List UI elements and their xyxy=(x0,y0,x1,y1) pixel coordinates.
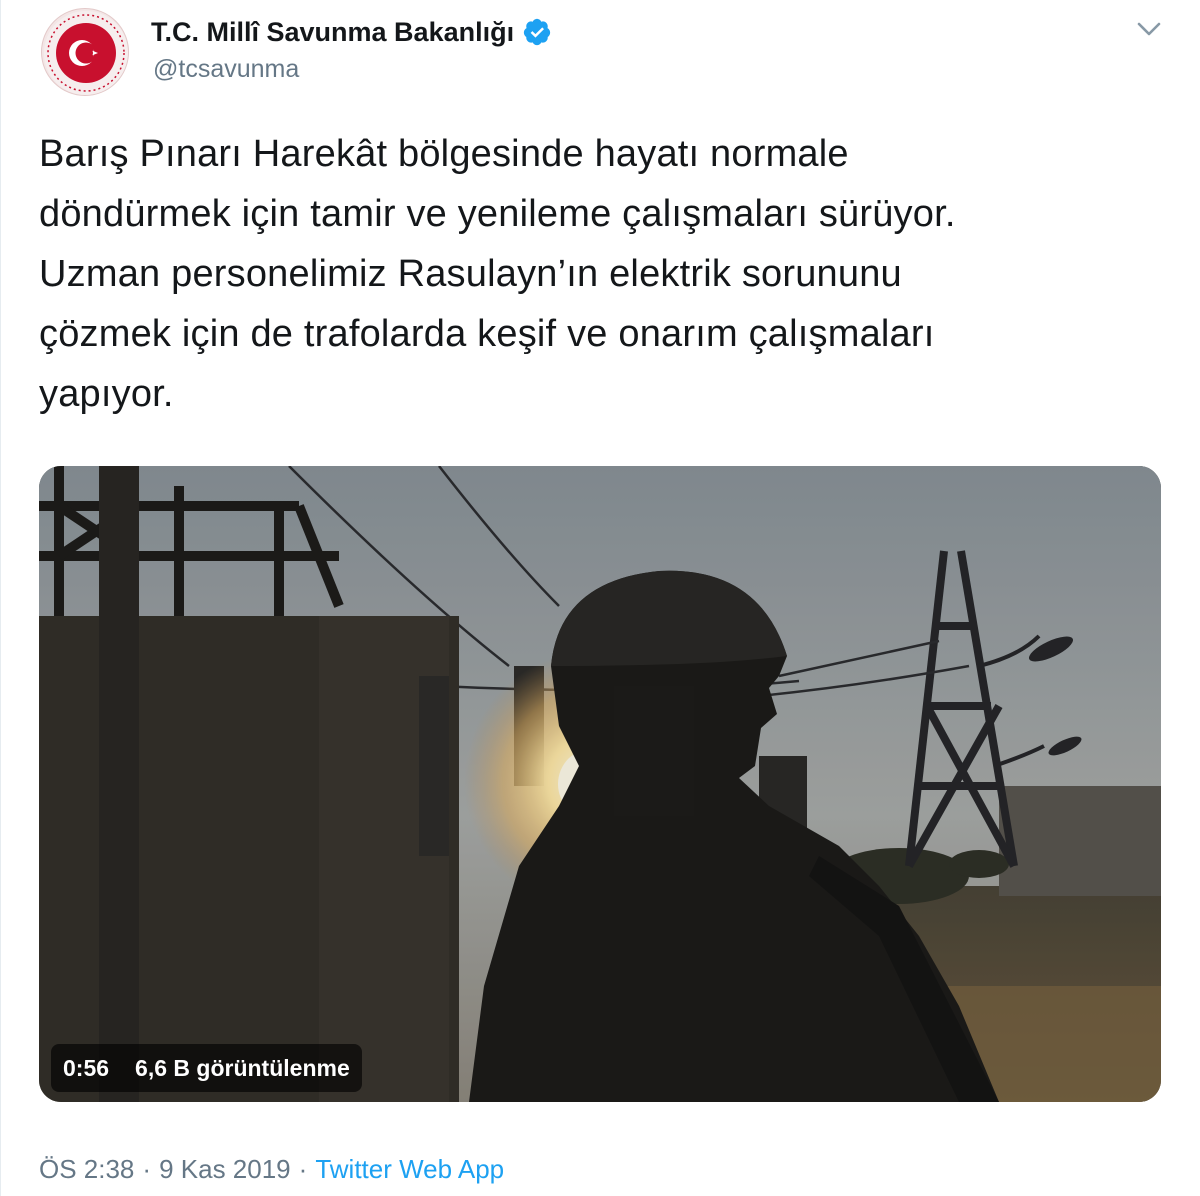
tweet-text: Barış Pınarı Harekât bölgesinde hayatı n… xyxy=(39,124,1159,424)
display-name[interactable]: T.C. Millî Savunma Bakanlığı xyxy=(151,17,514,48)
meta-separator: · xyxy=(142,1154,152,1184)
avatar[interactable] xyxy=(41,8,129,96)
chevron-down-icon xyxy=(1137,22,1161,36)
video-thumbnail xyxy=(39,466,1161,1102)
tweet-text-line: yapıyor. xyxy=(39,373,174,415)
verified-badge-icon xyxy=(523,18,551,46)
tweet-time[interactable]: ÖS 2:38 xyxy=(39,1154,134,1185)
ministry-emblem-icon xyxy=(44,11,128,95)
video-views: 6,6 B görüntülenme xyxy=(135,1054,350,1081)
handle[interactable]: @tcsavunma xyxy=(153,55,299,84)
video-duration: 0:56 xyxy=(63,1054,110,1081)
video-info-badge: 0:56 6,6 B görüntülenme xyxy=(51,1044,362,1092)
video-player[interactable]: 0:56 6,6 B görüntülenme xyxy=(39,466,1161,1102)
tweet-text-line: döndürmek için tamir ve yenileme çalışma… xyxy=(39,193,956,235)
tweet-meta: ÖS 2:38 · 9 Kas 2019 · Twitter Web App xyxy=(39,1154,504,1185)
tweet-date[interactable]: 9 Kas 2019 xyxy=(159,1154,291,1185)
tweet-text-line: çözmek için de trafolarda keşif ve onarı… xyxy=(39,313,935,355)
author-name-row[interactable]: T.C. Millî Savunma Bakanlığı xyxy=(151,14,552,50)
tweet-card: T.C. Millî Savunma Bakanlığı @tcsavunma … xyxy=(0,0,1200,1196)
tweet-source-link[interactable]: Twitter Web App xyxy=(315,1154,504,1185)
tweet-menu-caret[interactable] xyxy=(1129,12,1169,46)
meta-separator: · xyxy=(298,1154,308,1184)
tweet-text-line: Barış Pınarı Harekât bölgesinde hayatı n… xyxy=(39,133,849,175)
tweet-text-line: Uzman personelimiz Rasulayn’ın elektrik … xyxy=(39,253,902,295)
